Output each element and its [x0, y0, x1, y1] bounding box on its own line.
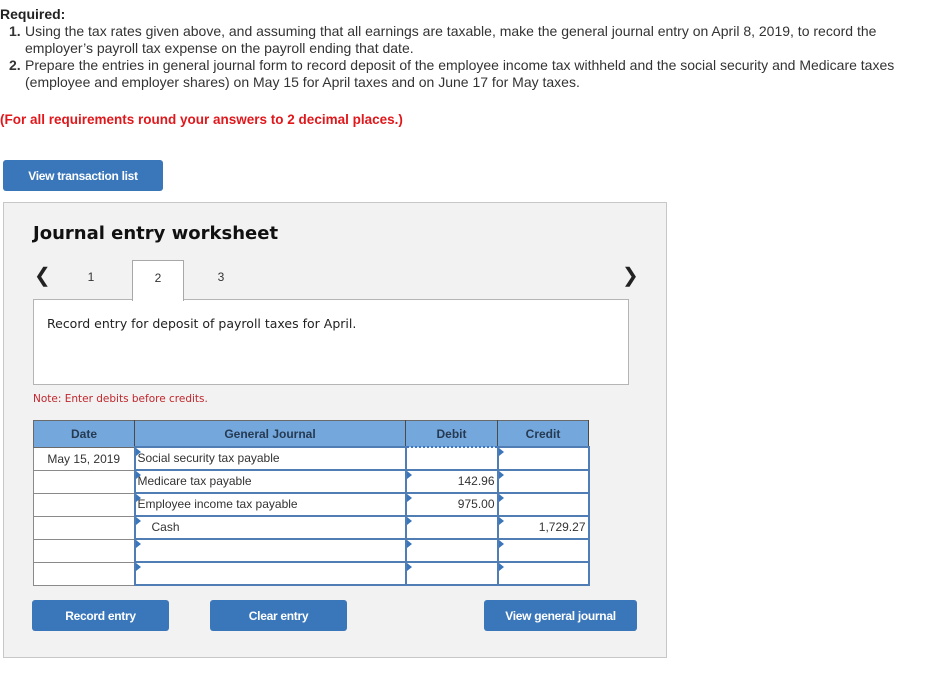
table-row: Employee income tax payable 975.00	[33, 492, 590, 517]
chevron-right-icon[interactable]: ❯	[622, 263, 639, 288]
dropdown-marker-icon	[135, 540, 141, 548]
dropdown-marker-icon	[135, 448, 141, 456]
debit-input[interactable]	[404, 561, 499, 586]
dropdown-marker-icon	[135, 563, 141, 571]
tab-1[interactable]: 1	[66, 260, 116, 300]
input-marker-icon	[406, 517, 412, 525]
debit-input[interactable]: 142.96	[404, 469, 499, 494]
debit-input[interactable]	[404, 538, 499, 563]
credit-input[interactable]	[496, 561, 590, 586]
input-marker-icon	[406, 540, 412, 548]
account-input[interactable]	[133, 538, 407, 563]
date-cell	[33, 561, 135, 586]
input-marker-icon	[406, 471, 412, 479]
entry-description-box: Record entry for deposit of payroll taxe…	[33, 299, 629, 385]
clear-entry-button[interactable]: Clear entry	[210, 600, 347, 631]
rounding-note: (For all requirements round your answers…	[0, 112, 403, 127]
header-date: Date	[33, 420, 135, 448]
input-marker-icon	[498, 540, 504, 548]
date-cell	[33, 538, 135, 563]
general-journal-table: Date General Journal Debit Credit May 15…	[33, 420, 590, 586]
table-row	[33, 561, 590, 586]
requirement-item: 2. Prepare the entries in general journal…	[9, 57, 895, 90]
account-input[interactable]: Cash	[133, 515, 407, 540]
table-row: Medicare tax payable 142.96	[33, 469, 590, 494]
requirements-list: 1. Using the tax rates given above, and a…	[0, 23, 920, 91]
header-general-journal: General Journal	[134, 420, 406, 448]
entry-description: Record entry for deposit of payroll taxe…	[47, 316, 357, 331]
credit-input[interactable]	[496, 492, 590, 517]
input-marker-icon	[406, 494, 412, 502]
credit-input[interactable]	[496, 538, 590, 563]
date-cell	[33, 469, 135, 494]
dropdown-marker-icon	[135, 517, 141, 525]
chevron-left-icon[interactable]: ❮	[34, 263, 51, 288]
tab-2-active[interactable]: 2	[132, 260, 184, 301]
view-general-journal-button[interactable]: View general journal	[484, 600, 637, 631]
account-input[interactable]: Social security tax payable	[133, 446, 407, 471]
credit-input[interactable]	[496, 469, 590, 494]
debit-input[interactable]: 975.00	[404, 492, 499, 517]
worksheet-title: Journal entry worksheet	[33, 223, 279, 244]
debit-input[interactable]	[404, 446, 499, 471]
debit-input[interactable]	[404, 515, 499, 540]
requirement-item: 1. Using the tax rates given above, and a…	[9, 23, 877, 56]
account-input[interactable]	[133, 561, 407, 586]
date-cell: May 15, 2019	[33, 446, 135, 471]
table-row	[33, 538, 590, 563]
account-input[interactable]: Employee income tax payable	[133, 492, 407, 517]
date-cell	[33, 515, 135, 540]
requirements-heading: Required:	[0, 6, 66, 22]
input-marker-icon	[498, 471, 504, 479]
record-entry-button[interactable]: Record entry	[32, 600, 169, 631]
credit-input[interactable]	[496, 446, 590, 471]
dropdown-marker-icon	[135, 471, 141, 479]
header-debit: Debit	[405, 420, 498, 448]
table-row: May 15, 2019 Social security tax payable	[33, 446, 590, 471]
table-row: Cash 1,729.27	[33, 515, 590, 540]
table-header-row: Date General Journal Debit Credit	[33, 420, 589, 448]
header-credit: Credit	[497, 420, 589, 448]
dropdown-marker-icon	[135, 494, 141, 502]
account-input[interactable]: Medicare tax payable	[133, 469, 407, 494]
input-marker-icon	[498, 448, 504, 456]
input-marker-icon	[406, 563, 412, 571]
debits-note: Note: Enter debits before credits.	[33, 393, 208, 405]
input-marker-icon	[498, 563, 504, 571]
journal-entry-worksheet-panel: Journal entry worksheet ❮ 1 2 3 ❯ Record…	[3, 202, 667, 658]
input-marker-icon	[498, 517, 504, 525]
tab-3[interactable]: 3	[196, 260, 246, 300]
date-cell	[33, 492, 135, 517]
credit-input[interactable]: 1,729.27	[496, 515, 590, 540]
requirements-section: Required: 1. Using the tax rates given ab…	[0, 6, 920, 91]
view-transaction-list-button[interactable]: View transaction list	[3, 160, 163, 191]
input-marker-icon	[498, 494, 504, 502]
